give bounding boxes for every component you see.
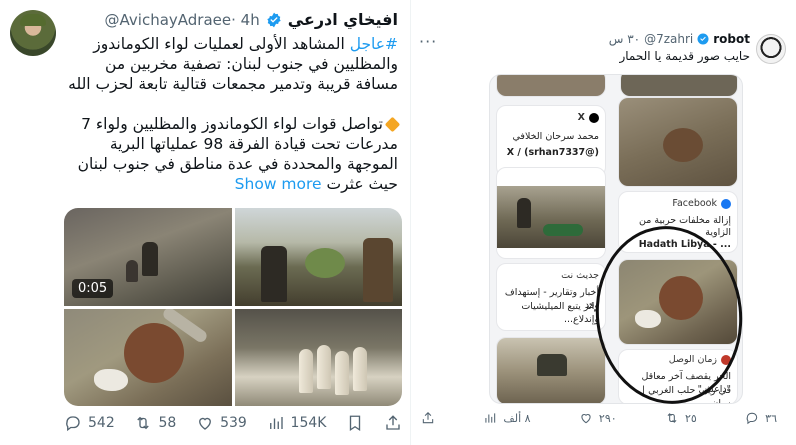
like-button[interactable]: ٢٩٠ — [579, 411, 617, 425]
video-duration: 0:05 — [72, 278, 114, 298]
result-card-top-left — [496, 75, 606, 97]
view-count: 154K — [290, 415, 327, 431]
reply-count: 542 — [88, 415, 115, 431]
media-grid[interactable]: 0:05 — [64, 208, 402, 406]
source-news: جديث نت — [561, 270, 599, 281]
reply-button[interactable]: 542 — [64, 414, 115, 432]
hashtag-link[interactable]: #عاجل — [350, 35, 398, 53]
retweet-icon — [667, 413, 677, 423]
retweet-button[interactable]: ٢٥ — [665, 411, 697, 425]
more-options-icon[interactable]: ··· — [419, 32, 437, 51]
result-card-image-1[interactable] — [618, 97, 738, 187]
source-x: X — [578, 112, 599, 123]
view-count: ٨ ألف — [503, 411, 531, 425]
media-image-3[interactable] — [64, 308, 232, 406]
reply-icon — [66, 416, 80, 432]
verified-badge-icon — [697, 33, 709, 45]
robot-avatar[interactable] — [756, 34, 786, 64]
tweet-paragraph-1: #عاجل المشاهد الأولى لعمليات لواء الكوما… — [68, 35, 398, 93]
retweet-button[interactable]: 58 — [134, 414, 176, 432]
result-card-image-2[interactable] — [496, 167, 606, 259]
right-tweet: ··· robot @7zahri ٣٠ س حايب صور قديمة يا… — [410, 0, 796, 445]
bookmark-button[interactable] — [346, 414, 364, 432]
like-count: ٢٩٠ — [598, 411, 617, 425]
reply-count: ٣٦ — [765, 411, 777, 425]
card-x-handle: X / (srhan7337@) — [506, 147, 599, 158]
views-button[interactable]: ٨ ألف — [483, 411, 531, 425]
share-icon — [422, 412, 434, 424]
heart-icon — [581, 414, 591, 424]
show-more-link[interactable]: Show more — [235, 175, 322, 193]
verified-badge-icon — [267, 12, 281, 27]
source-facebook: Facebook — [672, 198, 731, 209]
tweet-time: ٣٠ س — [608, 32, 641, 46]
heart-icon — [199, 417, 211, 430]
result-card-top-right — [620, 75, 738, 97]
facebook-logo-icon — [721, 198, 731, 209]
tweet-actions: 542 58 539 154K — [64, 414, 402, 432]
x-logo-icon — [589, 112, 599, 123]
result-card-image-4[interactable] — [496, 337, 606, 403]
bar-chart-icon — [485, 413, 496, 423]
bar-chart-icon — [269, 417, 283, 429]
reply-icon — [746, 412, 758, 425]
video-thumbnail[interactable]: 0:05 — [64, 208, 232, 306]
views-button[interactable]: 154K — [267, 414, 327, 432]
bookmark-icon — [350, 415, 361, 432]
author-name[interactable]: robot — [713, 32, 750, 46]
author-row: robot @7zahri ٣٠ س — [609, 32, 750, 46]
tweet-actions: ٨ ألف ٢٩٠ ٢٥ ٣٦ — [421, 411, 777, 425]
left-tweet: افيخاي ادرعي @AvichayAdraee· 4h #عاجل ال… — [0, 0, 410, 445]
card-news-line2: زائر يتبع الميليشيات وإندلاع... — [521, 301, 599, 325]
tweet-body: #عاجل المشاهد الأولى لعمليات لواء الكوما… — [68, 34, 401, 194]
media-image-2[interactable] — [234, 208, 402, 306]
like-button[interactable]: 539 — [196, 414, 247, 432]
share-icon — [386, 415, 400, 430]
like-count: 539 — [220, 415, 247, 431]
author-handle[interactable]: @AvichayAdraee· 4h — [105, 11, 260, 29]
tweet-paragraph-2: تواصل قوات لواء الكوماندوز والمظليين ولو… — [68, 114, 401, 194]
result-card-news[interactable]: جديث نت أخبار وتقارير - إستهداف وفد زائر… — [496, 263, 606, 331]
card-x-user: محمد سرحان الخلافي — [512, 131, 599, 142]
share-button[interactable] — [384, 414, 402, 432]
tweet-body: حايب صور قديمة يا الحمار — [619, 49, 750, 63]
retweet-icon — [137, 416, 150, 430]
media-image-4[interactable] — [234, 308, 402, 406]
share-button[interactable] — [421, 411, 435, 425]
reply-button[interactable]: ٣٦ — [745, 411, 777, 425]
author-avatar[interactable] — [10, 10, 56, 56]
retweet-count: ٢٥ — [684, 411, 697, 425]
author-row: افيخاي ادرعي @AvichayAdraee· 4h — [105, 10, 398, 29]
retweet-count: 58 — [158, 415, 177, 431]
author-handle[interactable]: @7zahri — [644, 32, 693, 46]
author-name[interactable]: افيخاي ادرعي — [288, 10, 398, 29]
orange-diamond-icon — [384, 116, 401, 133]
